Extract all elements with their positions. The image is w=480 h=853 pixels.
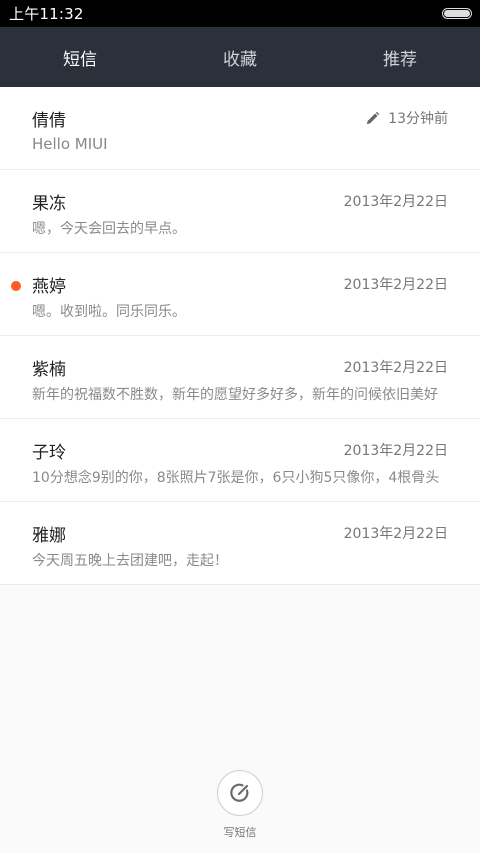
thread-item[interactable]: 倩倩 13分钟前 Hello MIUI <box>0 87 480 170</box>
contact-name: 燕婷 <box>32 276 66 297</box>
thread-item[interactable]: 子玲 2013年2月22日 10分想念9别的你，8张照片7张是你，6只小狗5只像… <box>0 419 480 502</box>
thread-time: 2013年2月22日 <box>343 194 448 210</box>
message-snippet: 今天周五晚上去团建吧，走起！ <box>32 553 228 569</box>
battery-icon <box>442 8 472 19</box>
compose-icon <box>230 783 249 802</box>
tab-favorites[interactable]: 收藏 <box>160 27 320 87</box>
compose-label: 写短信 <box>223 826 257 839</box>
contact-name: 倩倩 <box>32 110 66 131</box>
message-snippet: 10分想念9别的你，8张照片7张是你，6只小狗5只像你，4根骨头 <box>32 470 440 486</box>
thread-item[interactable]: 雅娜 2013年2月22日 今天周五晚上去团建吧，走起！ <box>0 502 480 585</box>
message-snippet: 嗯。收到啦。同乐同乐。 <box>32 304 186 320</box>
tab-sms[interactable]: 短信 <box>0 27 160 87</box>
status-bar: 上午11:32 <box>0 0 480 27</box>
compose-button[interactable] <box>217 770 263 816</box>
message-snippet: Hello MIUI <box>32 135 108 153</box>
message-snippet: 新年的祝福数不胜数，新年的愿望好多好多，新年的问候依旧美好 <box>32 387 438 403</box>
contact-name: 果冻 <box>32 193 66 214</box>
thread-time: 13分钟前 <box>365 108 448 128</box>
thread-list: 倩倩 13分钟前 Hello MIUI 果冻 2013年2月22日 嗯，今天会回… <box>0 87 480 585</box>
thread-item[interactable]: 果冻 2013年2月22日 嗯，今天会回去的早点。 <box>0 170 480 253</box>
contact-name: 子玲 <box>32 442 66 463</box>
tab-bar: 短信 收藏 推荐 <box>0 27 480 87</box>
thread-time: 2013年2月22日 <box>343 277 448 293</box>
thread-time-text: 13分钟前 <box>388 111 448 127</box>
thread-item[interactable]: 燕婷 2013年2月22日 嗯。收到啦。同乐同乐。 <box>0 253 480 336</box>
thread-item[interactable]: 紫楠 2013年2月22日 新年的祝福数不胜数，新年的愿望好多好多，新年的问候依… <box>0 336 480 419</box>
tab-recommended[interactable]: 推荐 <box>320 27 480 87</box>
thread-time: 2013年2月22日 <box>343 360 448 376</box>
contact-name: 紫楠 <box>32 359 66 380</box>
draft-pencil-icon <box>367 111 380 124</box>
compose-area: 写短信 <box>0 770 480 853</box>
thread-time: 2013年2月22日 <box>343 443 448 459</box>
contact-name: 雅娜 <box>32 525 66 546</box>
status-time: 上午11:32 <box>9 5 84 23</box>
thread-time: 2013年2月22日 <box>343 526 448 542</box>
unread-dot-icon <box>11 281 21 291</box>
message-snippet: 嗯，今天会回去的早点。 <box>32 221 186 237</box>
